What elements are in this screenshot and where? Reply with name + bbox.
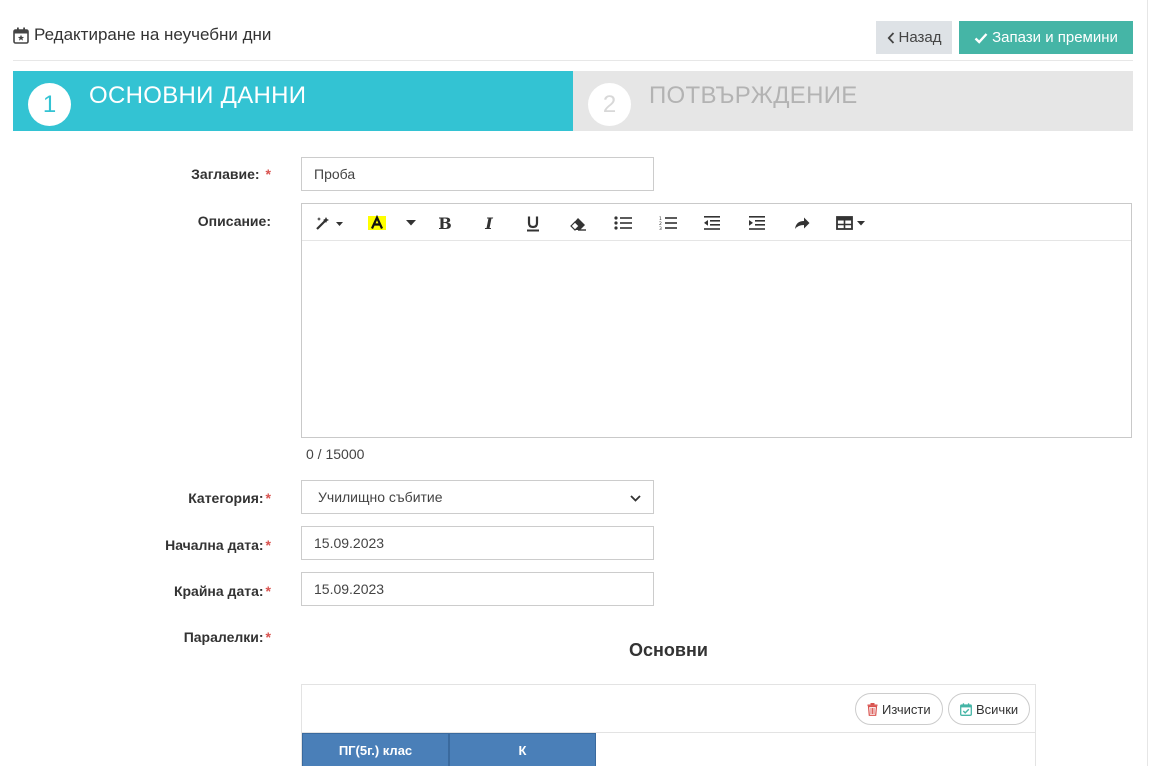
required-mark: * bbox=[265, 629, 271, 645]
bold-icon[interactable]: B bbox=[436, 213, 454, 233]
page: Редактиране на неучебни дни Назад Запази… bbox=[0, 0, 1150, 766]
start-date-label-text: Начална дата: bbox=[165, 537, 264, 553]
end-date-value: 15.09.2023 bbox=[314, 581, 385, 597]
editor-toolbar: B I 123 bbox=[302, 204, 1131, 241]
title-input[interactable]: Проба bbox=[301, 157, 654, 191]
start-date-input[interactable]: 15.09.2023 bbox=[301, 526, 654, 560]
back-button-label: Назад bbox=[898, 29, 942, 46]
check-icon bbox=[974, 32, 988, 44]
step-basic-data[interactable]: 1 ОСНОВНИ ДАННИ bbox=[13, 71, 573, 131]
trash-icon bbox=[867, 702, 878, 716]
class-chip[interactable]: ПГ(5г.) клас bbox=[302, 733, 449, 766]
indent-icon[interactable] bbox=[747, 213, 767, 233]
page-title-text: Редактиране на неучебни дни bbox=[34, 25, 272, 44]
category-select[interactable]: Училищно събитие bbox=[301, 480, 654, 514]
select-all-button-label: Всички bbox=[976, 701, 1019, 717]
step-number: 1 bbox=[28, 83, 71, 126]
description-label: Описание: bbox=[13, 213, 271, 229]
underline-icon[interactable] bbox=[524, 213, 542, 233]
unordered-list-icon[interactable] bbox=[613, 213, 633, 233]
style-magic-icon[interactable] bbox=[314, 213, 346, 233]
classes-label-text: Паралелки: bbox=[183, 629, 264, 645]
ordered-list-icon[interactable]: 123 bbox=[658, 213, 678, 233]
category-label-text: Категория: bbox=[188, 490, 264, 506]
classes-panel-toolbar: Изчисти Всички bbox=[302, 685, 1035, 733]
save-and-continue-button[interactable]: Запази и премини bbox=[959, 21, 1133, 54]
calendar-check-icon bbox=[960, 702, 972, 716]
page-title: Редактиране на неучебни дни bbox=[13, 25, 271, 45]
save-button-label: Запази и премини bbox=[992, 29, 1118, 46]
title-label-text: Заглавие: bbox=[191, 166, 260, 182]
table-icon[interactable] bbox=[835, 213, 869, 233]
chevron-down-icon bbox=[630, 489, 641, 505]
title-label: Заглавие: * bbox=[13, 166, 271, 182]
description-char-counter: 0 / 15000 bbox=[306, 446, 365, 462]
end-date-label-text: Крайна дата: bbox=[173, 583, 264, 599]
category-label: Категория: * bbox=[13, 490, 271, 506]
category-select-value: Училищно събитие bbox=[318, 489, 443, 505]
scrollbar-edge bbox=[1147, 0, 1148, 766]
step-label: ОСНОВНИ ДАННИ bbox=[89, 82, 307, 109]
back-button[interactable]: Назад bbox=[876, 21, 952, 54]
required-mark: * bbox=[265, 537, 271, 553]
eraser-icon[interactable] bbox=[568, 213, 588, 233]
end-date-input[interactable]: 15.09.2023 bbox=[301, 572, 654, 606]
page-header: Редактиране на неучебни дни Назад Запази… bbox=[13, 20, 1133, 61]
classes-section-title: Основни bbox=[629, 640, 708, 660]
redo-icon[interactable] bbox=[792, 213, 812, 233]
calendar-star-icon bbox=[13, 27, 29, 44]
required-mark: * bbox=[265, 583, 271, 599]
start-date-value: 15.09.2023 bbox=[314, 535, 385, 551]
outdent-icon[interactable] bbox=[702, 213, 722, 233]
italic-icon[interactable]: I bbox=[480, 213, 498, 233]
description-editor: B I 123 bbox=[301, 203, 1132, 438]
wizard-steps: 1 ОСНОВНИ ДАННИ 2 ПОТВЪРЖДЕНИЕ bbox=[13, 71, 1133, 131]
select-all-button[interactable]: Всички bbox=[948, 693, 1031, 725]
clear-button[interactable]: Изчисти bbox=[855, 693, 943, 725]
end-date-label: Крайна дата: * bbox=[13, 583, 271, 599]
step-confirmation[interactable]: 2 ПОТВЪРЖДЕНИЕ bbox=[573, 71, 1133, 131]
chevron-left-icon bbox=[887, 31, 895, 44]
class-chip[interactable]: К bbox=[449, 733, 596, 766]
description-label-text: Описание: bbox=[197, 213, 271, 229]
start-date-label: Начална дата: * bbox=[13, 537, 271, 553]
svg-text:3: 3 bbox=[659, 226, 662, 230]
clear-button-label: Изчисти bbox=[882, 701, 931, 717]
step-label: ПОТВЪРЖДЕНИЕ bbox=[649, 82, 858, 109]
required-mark: * bbox=[265, 490, 271, 506]
chevron-down-icon[interactable] bbox=[404, 213, 418, 233]
step-number: 2 bbox=[588, 83, 631, 126]
title-input-value: Проба bbox=[314, 166, 356, 182]
required-mark: * bbox=[265, 166, 271, 182]
highlight-color-icon[interactable] bbox=[366, 213, 388, 233]
classes-panel: Изчисти Всички ПГ(5г.) клас К bbox=[301, 684, 1036, 766]
classes-label: Паралелки: * bbox=[13, 629, 271, 645]
